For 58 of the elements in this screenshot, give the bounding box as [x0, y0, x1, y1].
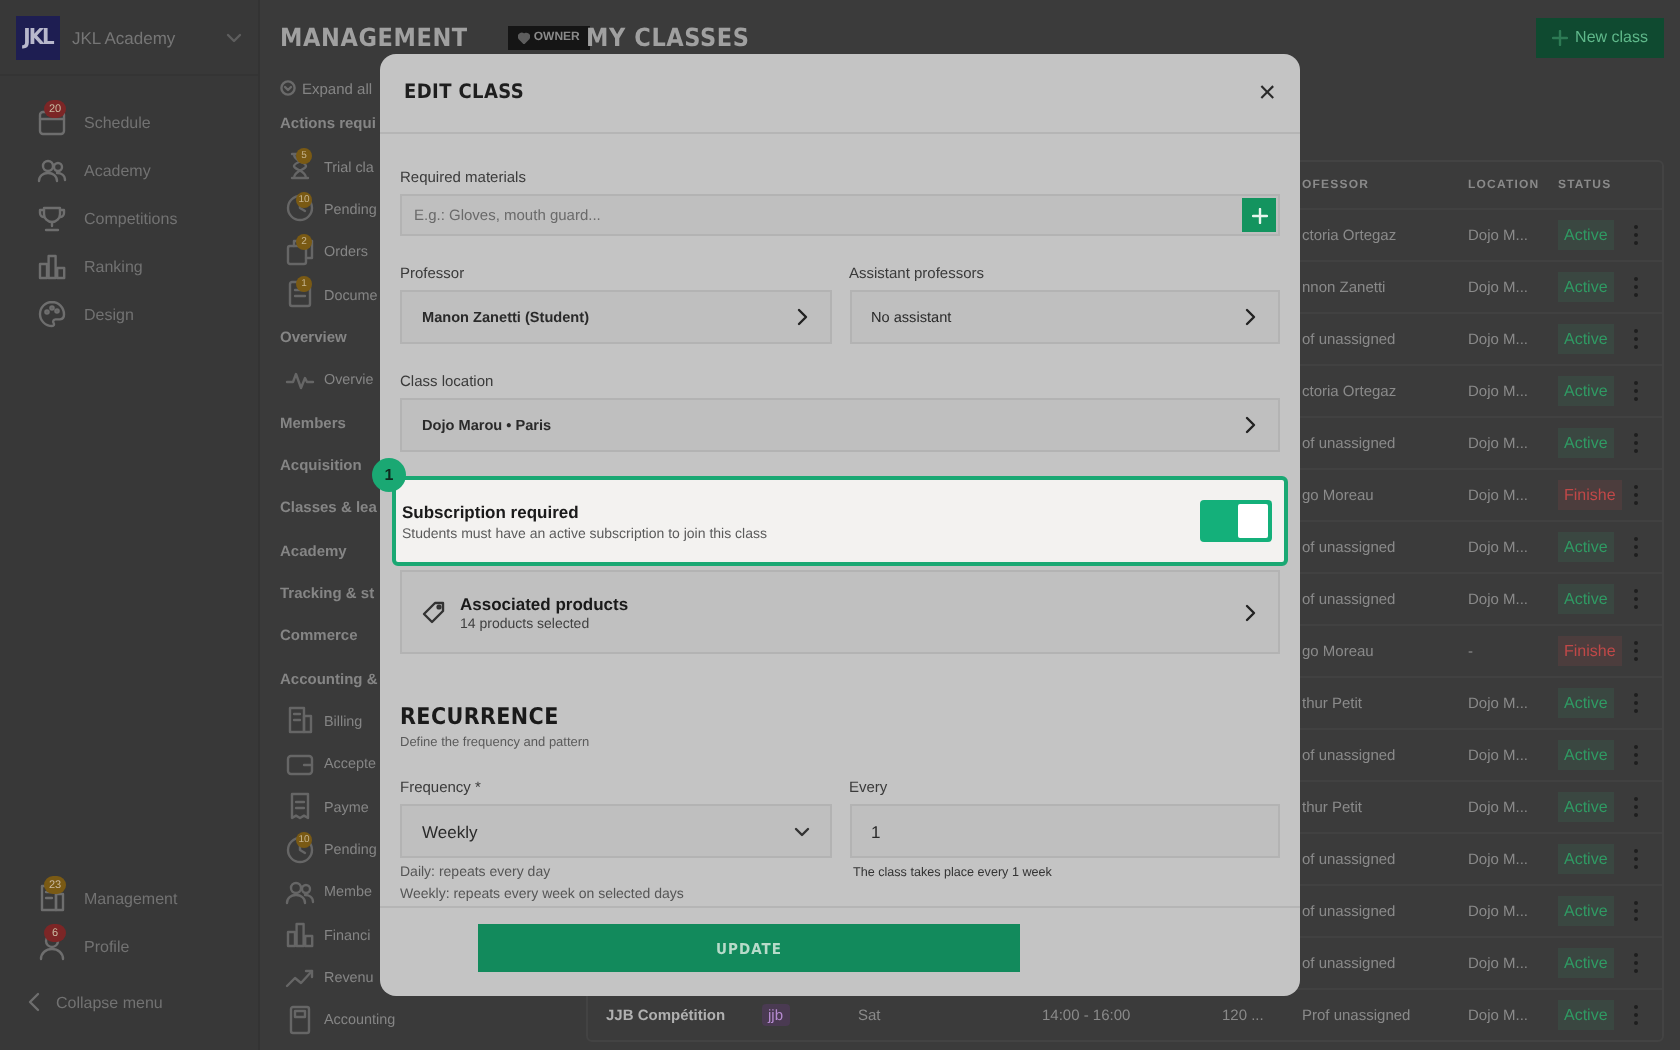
status-badge: Active	[1558, 532, 1614, 562]
status-badge: Active	[1558, 896, 1614, 926]
status-badge: Finishe	[1558, 636, 1622, 666]
trophy-icon	[36, 202, 68, 234]
page-title: MY CLASSES	[586, 22, 750, 52]
calendar-icon	[36, 106, 68, 138]
status-badge: Active	[1558, 1000, 1614, 1030]
status-badge: Active	[1558, 792, 1614, 822]
building-icon	[284, 704, 316, 737]
collapse-menu-button[interactable]: Collapse menu	[0, 978, 258, 1026]
close-button[interactable]: ×	[1258, 78, 1276, 108]
palette-icon	[36, 298, 68, 330]
section-title: MANAGEMENT	[280, 22, 468, 52]
subscription-toggle[interactable]	[1200, 500, 1272, 542]
sidebar-item[interactable]: Design	[8, 290, 250, 338]
status-badge: Active	[1558, 220, 1614, 250]
chevron-right-icon	[1244, 603, 1258, 621]
interval-input-field[interactable]: 1	[849, 804, 1280, 858]
people-icon	[36, 154, 68, 186]
chevron-down-icon	[793, 825, 809, 837]
package-icon	[284, 235, 316, 268]
tag-icon	[422, 600, 446, 624]
plus-icon	[1551, 29, 1568, 45]
status-badge: Active	[1558, 844, 1614, 874]
heart-icon	[517, 31, 530, 43]
status-badge: Active	[1558, 272, 1614, 302]
academy-logo: JKL	[16, 15, 60, 59]
step-badge: 1	[372, 458, 406, 492]
organization-name: JKL Academy	[72, 27, 178, 47]
plus-icon	[1251, 207, 1267, 223]
chevron-left-icon	[28, 992, 40, 1012]
status-badge: Active	[1558, 376, 1614, 406]
sidebar-item[interactable]: Ranking	[8, 242, 250, 290]
new-class-button[interactable]: New class	[1535, 17, 1664, 57]
status-badge: Active	[1558, 324, 1614, 354]
chevron-right-icon	[795, 308, 809, 326]
calculator-icon	[284, 1003, 316, 1036]
setting-title: Subscription required	[402, 501, 581, 521]
section-heading: RECURRENCE	[400, 702, 561, 730]
selector-title: Associated products	[460, 593, 631, 613]
add-button[interactable]	[1242, 198, 1276, 232]
status-badge: Finishe	[1558, 480, 1622, 510]
bar-chart-icon	[284, 918, 316, 951]
status-badge: Active	[1558, 428, 1614, 458]
circle-chevron-icon	[280, 80, 296, 96]
frequency-select[interactable]: Weekly	[400, 804, 831, 858]
status-badge: Active	[1558, 948, 1614, 978]
sidebar-item[interactable]: Academy	[8, 146, 250, 194]
sidebar-item[interactable]: Competitions	[8, 194, 250, 242]
bar-chart-icon	[36, 250, 68, 282]
status-badge: Active	[1558, 584, 1614, 614]
building-icon	[36, 882, 68, 914]
chevron-down-icon[interactable]	[226, 31, 242, 43]
modal-title: EDIT CLASS	[404, 82, 525, 104]
status-badge: Active	[1558, 688, 1614, 718]
status-badge: Active	[1558, 740, 1614, 770]
chevron-right-icon	[1244, 308, 1258, 326]
chevron-right-icon	[1244, 416, 1258, 434]
